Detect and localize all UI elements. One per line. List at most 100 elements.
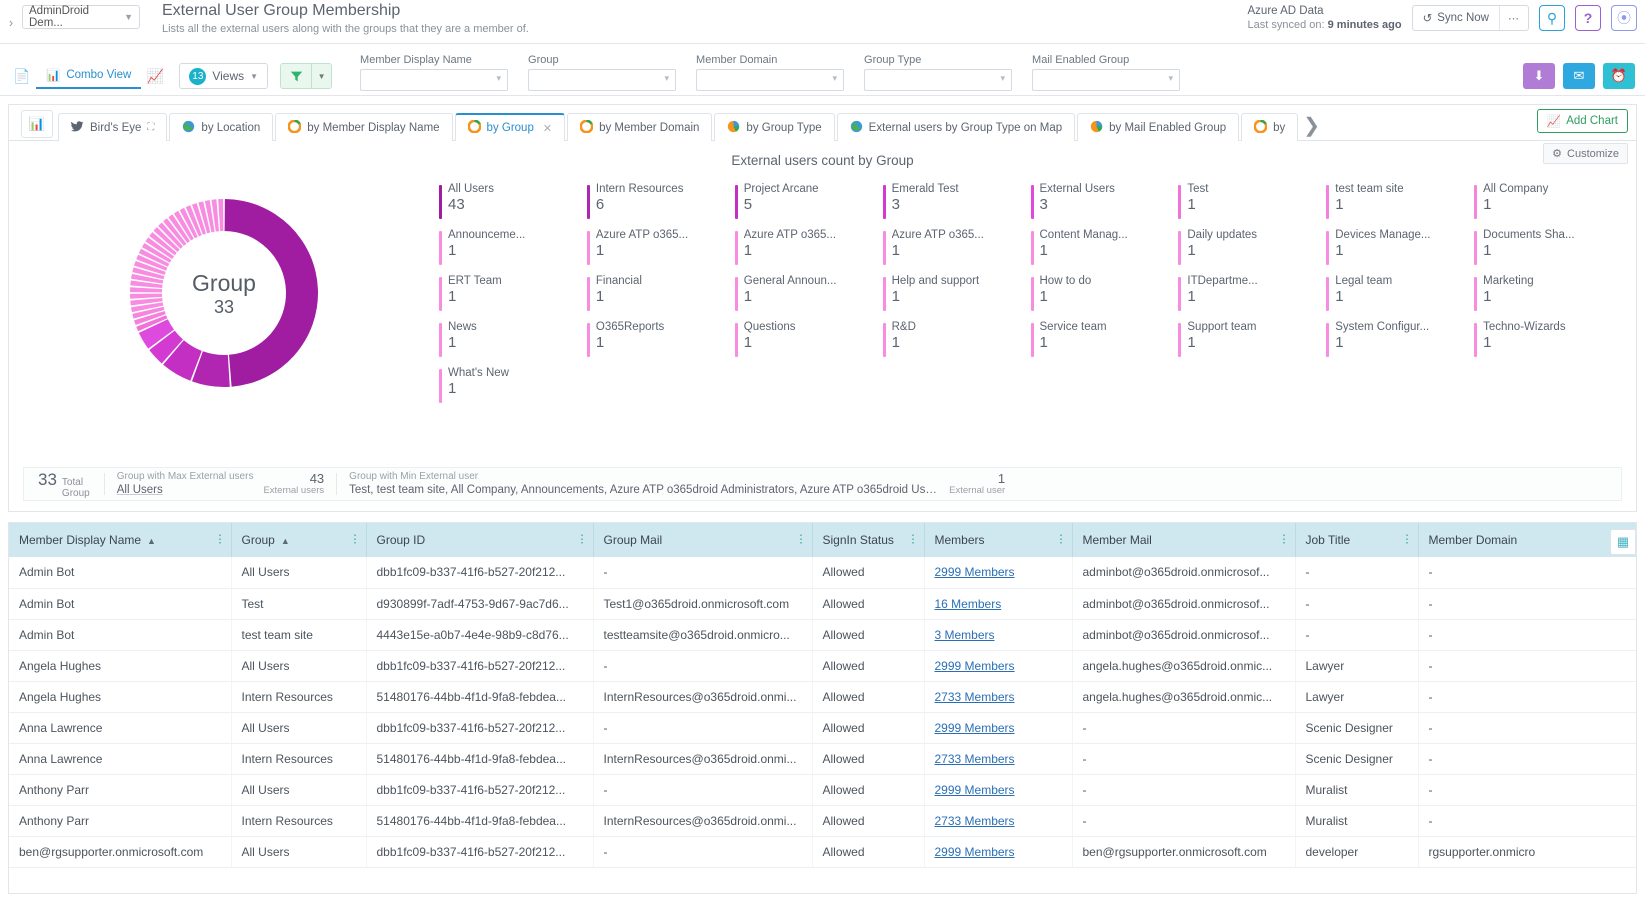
column-menu-icon[interactable]: ⋮: [1402, 536, 1412, 545]
filter-icon[interactable]: [281, 64, 311, 88]
table-row[interactable]: Anna LawrenceAll Usersdbb1fc09-b337-41f6…: [9, 712, 1637, 743]
add-chart-button[interactable]: 📈 Add Chart: [1537, 109, 1628, 133]
customize-button[interactable]: ⚙ Customize: [1543, 143, 1628, 164]
legend-item[interactable]: Azure ATP o365...1: [883, 226, 1031, 272]
chart-tab-by-mail-enabled-group[interactable]: by Mail Enabled Group: [1077, 113, 1239, 141]
legend-item[interactable]: Content Manag...1: [1031, 226, 1179, 272]
legend-item[interactable]: Daily updates1: [1178, 226, 1326, 272]
table-column-header-member-display-name[interactable]: Member Display Name▲⋮: [9, 523, 231, 557]
table-row[interactable]: ben@rgsupporter.onmicrosoft.comAll Users…: [9, 836, 1637, 867]
legend-item[interactable]: Devices Manage...1: [1326, 226, 1474, 272]
tenant-selector[interactable]: AdminDroid Dem... ▼: [22, 5, 140, 29]
members-link[interactable]: 2999 Members: [935, 659, 1015, 673]
table-column-header-member-domain[interactable]: Member Domain⋮: [1418, 523, 1637, 557]
expand-icon[interactable]: ⛶: [147, 122, 154, 133]
chart-tab-by-member-display-name[interactable]: by Member Display Name: [275, 113, 452, 141]
sidebar-expand-icon[interactable]: ›: [0, 0, 22, 44]
sync-now-button[interactable]: ↺ Sync Now: [1413, 6, 1499, 30]
donut-slice[interactable]: [130, 287, 162, 292]
column-menu-icon[interactable]: ⋮: [1056, 536, 1066, 545]
table-column-header-group-id[interactable]: Group ID⋮: [366, 523, 593, 557]
legend-item[interactable]: Documents Sha...1: [1474, 226, 1622, 272]
legend-item[interactable]: External Users3: [1031, 180, 1179, 226]
legend-item[interactable]: Project Arcane5: [735, 180, 883, 226]
members-link[interactable]: 2999 Members: [935, 565, 1015, 579]
column-menu-icon[interactable]: ⋮: [577, 536, 587, 545]
legend-item[interactable]: Support team1: [1178, 318, 1326, 364]
group-select[interactable]: [528, 69, 676, 91]
schedule-icon[interactable]: ⏰: [1603, 63, 1635, 89]
combo-view-tab[interactable]: 📊 Combo View: [36, 63, 141, 89]
legend-item[interactable]: How to do1: [1031, 272, 1179, 318]
members-link[interactable]: 2999 Members: [935, 721, 1015, 735]
members-link[interactable]: 2733 Members: [935, 690, 1015, 704]
legend-item[interactable]: All Company1: [1474, 180, 1622, 226]
legend-item[interactable]: test team site1: [1326, 180, 1474, 226]
search-icon[interactable]: ⚲: [1539, 5, 1565, 31]
donut-slice[interactable]: [130, 294, 162, 299]
download-icon[interactable]: ⬇: [1523, 63, 1555, 89]
table-row[interactable]: Admin BotAll Usersdbb1fc09-b337-41f6-b52…: [9, 557, 1637, 588]
table-column-header-group-mail[interactable]: Group Mail⋮: [593, 523, 812, 557]
table-row[interactable]: Anna LawrenceIntern Resources51480176-44…: [9, 743, 1637, 774]
members-link[interactable]: 2733 Members: [935, 814, 1015, 828]
chart-tab-external-users-by-group-type-on-map[interactable]: External users by Group Type on Map: [837, 113, 1075, 141]
table-row[interactable]: Anthony ParrAll Usersdbb1fc09-b337-41f6-…: [9, 774, 1637, 805]
legend-item[interactable]: R&D1: [883, 318, 1031, 364]
legend-item[interactable]: Test1: [1178, 180, 1326, 226]
members-link[interactable]: 3 Members: [935, 628, 995, 642]
table-row[interactable]: Angela HughesIntern Resources51480176-44…: [9, 681, 1637, 712]
legend-item[interactable]: Help and support1: [883, 272, 1031, 318]
table-row[interactable]: Admin BotTestd930899f-7adf-4753-9d67-9ac…: [9, 588, 1637, 619]
table-column-header-job-title[interactable]: Job Title⋮: [1295, 523, 1418, 557]
legend-item[interactable]: System Configur...1: [1326, 318, 1474, 364]
filter-dropdown-icon[interactable]: ▼: [311, 64, 331, 88]
legend-item[interactable]: All Users43: [439, 180, 587, 226]
legend-item[interactable]: Techno-Wizards1: [1474, 318, 1622, 364]
more-options-button[interactable]: ⋯: [1499, 6, 1528, 30]
legend-item[interactable]: Legal team1: [1326, 272, 1474, 318]
column-settings-icon[interactable]: ▦: [1610, 529, 1636, 555]
close-icon[interactable]: ✕: [543, 122, 552, 135]
legend-item[interactable]: What's New1: [439, 364, 587, 410]
table-column-header-signin-status[interactable]: SignIn Status⋮: [812, 523, 924, 557]
chart-tab-by-group-type[interactable]: by Group Type: [714, 113, 834, 141]
table-row[interactable]: Admin Bottest team site4443e15e-a0b7-4e4…: [9, 619, 1637, 650]
email-icon[interactable]: ✉: [1563, 63, 1595, 89]
legend-item[interactable]: Service team1: [1031, 318, 1179, 364]
column-menu-icon[interactable]: ⋮: [350, 536, 360, 545]
group-type-select[interactable]: [864, 69, 1012, 91]
grid-view-icon[interactable]: 📄: [8, 63, 36, 89]
legend-item[interactable]: Azure ATP o365...1: [735, 226, 883, 272]
legend-item[interactable]: Emerald Test3: [883, 180, 1031, 226]
chart-tab-by[interactable]: by: [1241, 113, 1298, 141]
table-row[interactable]: Anthony ParrIntern Resources51480176-44b…: [9, 805, 1637, 836]
legend-item[interactable]: General Announ...1: [735, 272, 883, 318]
table-column-header-members[interactable]: Members⋮: [924, 523, 1072, 557]
views-button[interactable]: 13 Views ▼: [179, 63, 268, 89]
members-link[interactable]: 2999 Members: [935, 783, 1015, 797]
sort-ascending-icon[interactable]: ▲: [281, 536, 290, 546]
donut-slice[interactable]: [218, 199, 223, 231]
help-icon[interactable]: ?: [1575, 5, 1601, 31]
legend-item[interactable]: ITDepartme...1: [1178, 272, 1326, 318]
legend-item[interactable]: Marketing1: [1474, 272, 1622, 318]
column-menu-icon[interactable]: ⋮: [908, 536, 918, 545]
sort-ascending-icon[interactable]: ▲: [147, 536, 156, 546]
column-menu-icon[interactable]: ⋮: [1279, 536, 1289, 545]
table-column-header-group[interactable]: Group▲⋮: [231, 523, 366, 557]
column-menu-icon[interactable]: ⋮: [215, 536, 225, 545]
summary-min-value[interactable]: Test, test team site, All Company, Annou…: [349, 483, 939, 497]
column-menu-icon[interactable]: ⋮: [796, 536, 806, 545]
legend-item[interactable]: Azure ATP o365...1: [587, 226, 735, 272]
members-link[interactable]: 2999 Members: [935, 845, 1015, 859]
members-link[interactable]: 16 Members: [935, 597, 1002, 611]
mail-enabled-group-select[interactable]: [1032, 69, 1180, 91]
member-domain-select[interactable]: [696, 69, 844, 91]
table-column-header-member-mail[interactable]: Member Mail⋮: [1072, 523, 1295, 557]
chart-tab-by-member-domain[interactable]: by Member Domain: [567, 113, 712, 141]
summary-max-value[interactable]: All Users: [117, 483, 254, 497]
chart-view-icon[interactable]: 📈: [141, 63, 169, 89]
legend-item[interactable]: ERT Team1: [439, 272, 587, 318]
chart-list-icon[interactable]: 📊: [21, 110, 53, 138]
